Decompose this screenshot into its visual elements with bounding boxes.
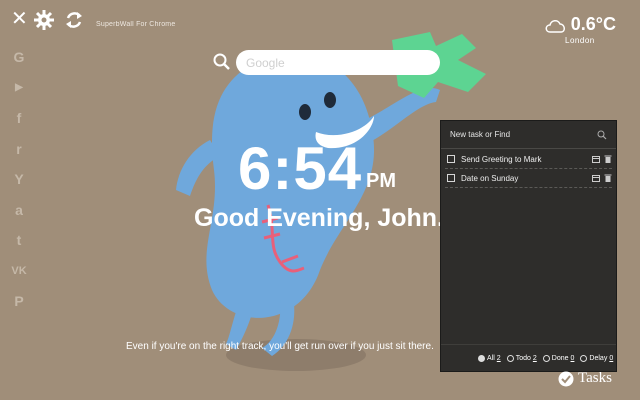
filter-done[interactable]: Done 0	[542, 354, 574, 362]
social-sidebar: G ▶ f r Y a t VK P	[10, 48, 28, 323]
calendar-icon[interactable]	[592, 155, 600, 163]
amazon-icon[interactable]: a	[10, 201, 28, 219]
cloud-sun-icon	[545, 19, 565, 33]
calendar-icon[interactable]	[592, 174, 600, 182]
quote: Even if you're on the right track, you'l…	[126, 341, 434, 352]
weather-widget[interactable]: 0.6°C London	[544, 14, 616, 45]
google-icon[interactable]: G	[10, 48, 28, 66]
task-checkbox[interactable]	[447, 174, 455, 182]
trash-icon[interactable]	[604, 155, 612, 163]
reddit-icon[interactable]: r	[10, 140, 28, 158]
hacker-news-icon[interactable]: Y	[10, 170, 28, 188]
greeting: Good Evening, John.	[194, 204, 444, 232]
task-filter-bar: All 2 Todo 2 Done 0 Delay 0	[441, 344, 616, 371]
refresh-icon[interactable]	[64, 10, 84, 30]
new-task-input[interactable]	[450, 130, 597, 139]
trash-icon[interactable]	[604, 174, 612, 182]
pinterest-icon[interactable]: P	[10, 292, 28, 310]
settings-gear-icon[interactable]	[34, 10, 54, 30]
tasks-button-label: Tasks	[578, 370, 612, 386]
tasks-panel: Send Greeting to Mark Date on Sunday All…	[440, 120, 617, 372]
filter-delay[interactable]: Delay 0	[580, 354, 613, 362]
task-input-row	[441, 121, 616, 149]
task-checkbox[interactable]	[447, 155, 455, 163]
search-icon[interactable]	[597, 130, 607, 140]
task-text[interactable]: Date on Sunday	[461, 174, 588, 183]
task-text[interactable]: Send Greeting to Mark	[461, 155, 588, 164]
clock-ampm: PM	[366, 170, 396, 192]
search-icon[interactable]	[213, 53, 231, 71]
filter-todo[interactable]: Todo 2	[506, 354, 537, 362]
radio-icon	[580, 354, 588, 362]
task-item: Send Greeting to Mark	[445, 150, 612, 169]
radio-icon	[478, 354, 485, 362]
task-item: Date on Sunday	[445, 169, 612, 188]
facebook-icon[interactable]: f	[10, 109, 28, 127]
radio-icon	[542, 354, 550, 362]
temperature: 0.6°C	[570, 14, 616, 34]
vk-icon[interactable]: VK	[10, 262, 28, 280]
search-input[interactable]	[236, 50, 440, 75]
filter-all[interactable]: All 2	[478, 354, 501, 362]
radio-icon	[506, 354, 514, 362]
site-title[interactable]: SuperbWall For Chrome	[96, 21, 175, 28]
close-icon[interactable]: ✕	[11, 9, 28, 29]
clock-time: 6:54	[238, 135, 363, 202]
tasks-toggle-button[interactable]: Tasks	[558, 370, 612, 387]
city-name: London	[565, 36, 595, 45]
twitter-icon[interactable]: t	[10, 231, 28, 249]
youtube-icon[interactable]: ▶	[10, 79, 28, 97]
check-circle-icon	[558, 371, 574, 386]
